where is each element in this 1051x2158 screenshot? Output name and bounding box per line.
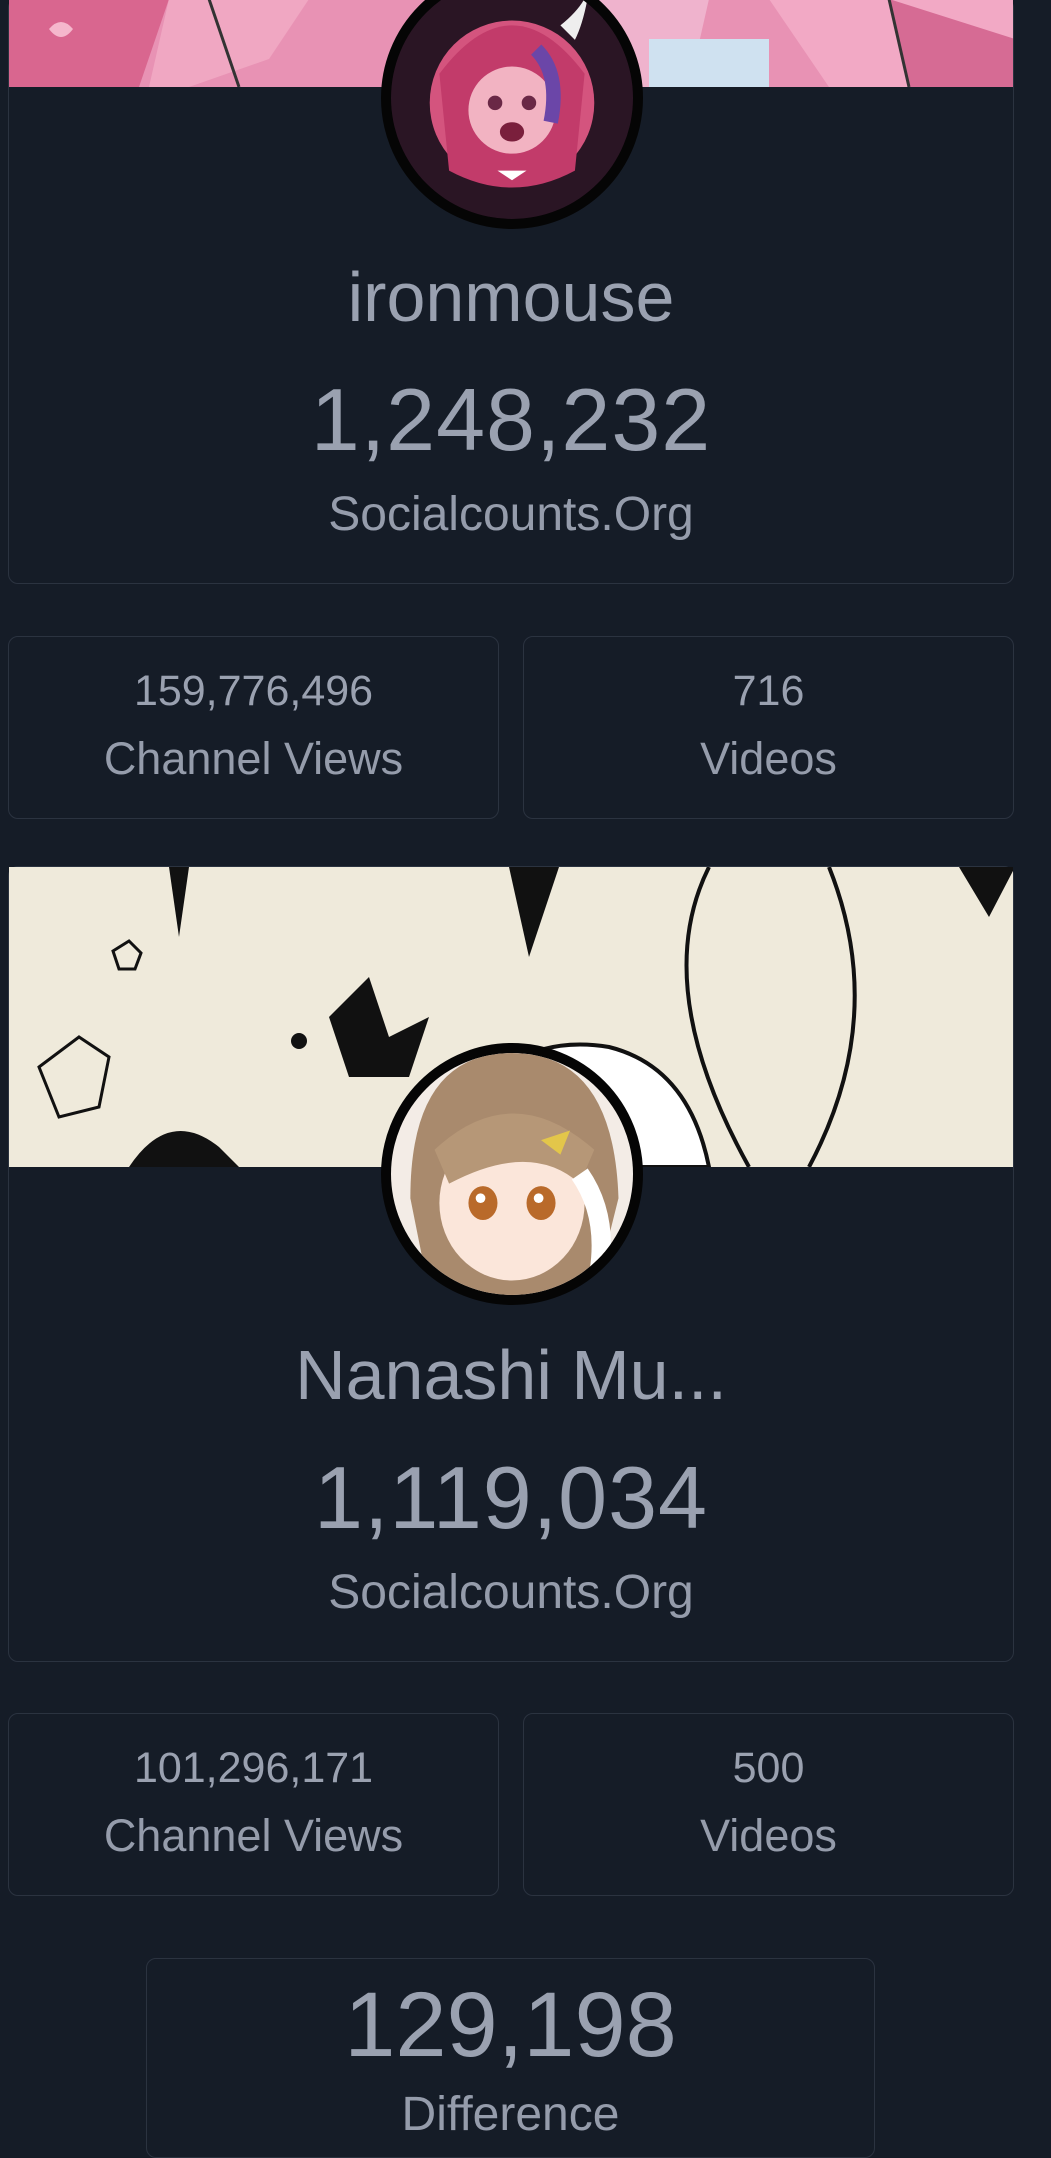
channel-avatar-2 [381,1043,643,1305]
difference-value: 129,198 [344,1974,677,2076]
difference-box: 129,198 Difference [146,1958,875,2158]
source-link-1[interactable]: Socialcounts.Org [9,487,1013,542]
channel-name-1: ironmouse [347,258,675,336]
channel-avatar-1 [381,0,643,229]
difference-label: Difference [401,2088,620,2141]
channel-card-2: Nanashi Mu... 1,119,034 Socialcounts.Org [8,866,1014,1662]
avatar-image-1 [391,0,633,219]
videos-value-2: 500 [732,1744,805,1792]
videos-box-1: 716 Videos [523,636,1014,819]
videos-label-1: Videos [700,733,837,784]
channel-views-value-2: 101,296,171 [133,1744,374,1792]
videos-box-2: 500 Videos [523,1713,1014,1896]
channel-views-box-1: 159,776,496 Channel Views [8,636,499,819]
videos-value-1: 716 [732,667,805,715]
channel-name-2: Nanashi Mu... [295,1336,727,1414]
channel-views-value-1: 159,776,496 [133,667,374,715]
avatar-image-2 [391,1053,633,1295]
channel-views-box-2: 101,296,171 Channel Views [8,1713,499,1896]
channel-views-label-1: Channel Views [103,733,404,784]
channel-card-1: ironmouse 1,248,232 Socialcounts.Org [8,0,1014,584]
subscriber-count-2: 1,119,034 [314,1448,708,1547]
subscriber-count-1: 1,248,232 [310,370,712,469]
source-link-2[interactable]: Socialcounts.Org [9,1565,1013,1620]
channel-views-label-2: Channel Views [103,1810,404,1861]
videos-label-2: Videos [700,1810,837,1861]
